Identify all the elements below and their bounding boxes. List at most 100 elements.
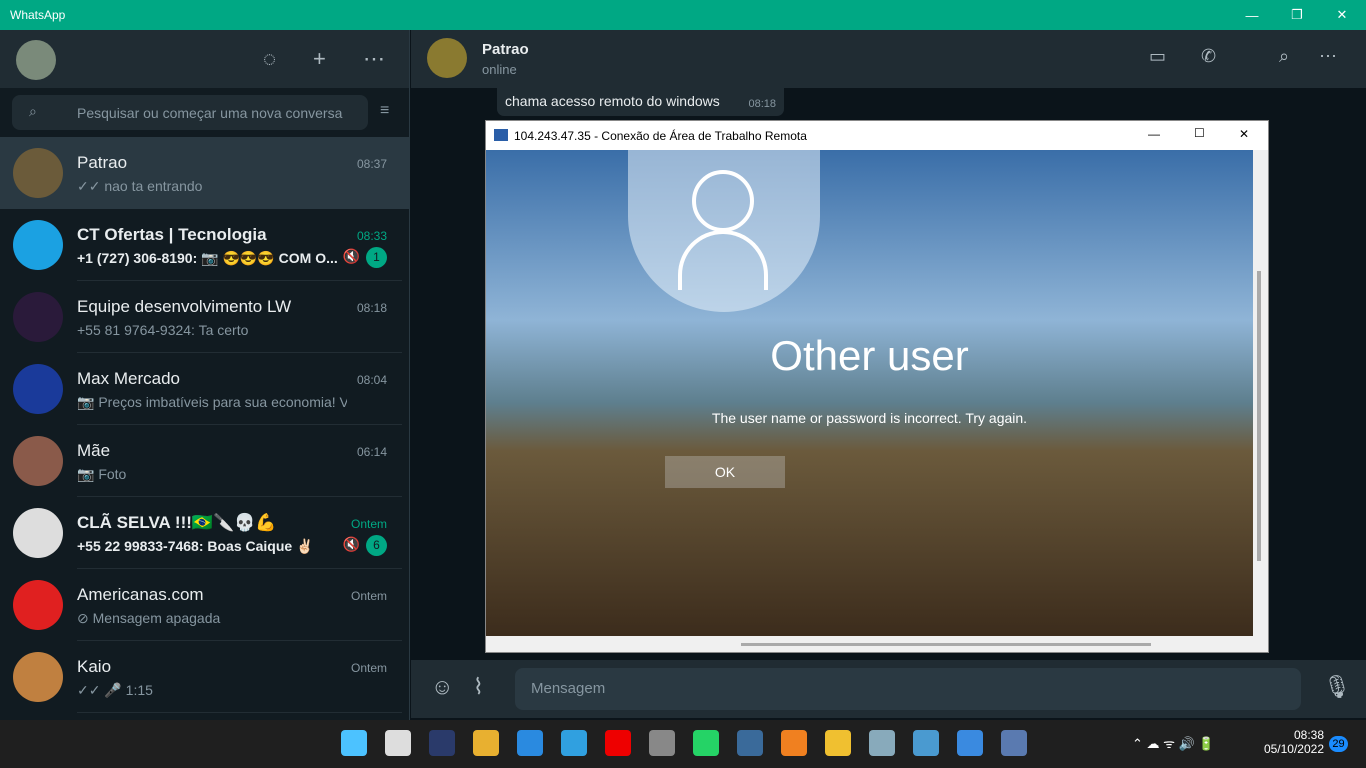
filter-icon[interactable]: ≡ xyxy=(380,102,389,120)
unread-badge: 1 xyxy=(366,247,387,268)
ok-button[interactable]: OK xyxy=(665,456,785,488)
rdp-vertical-scrollbar[interactable] xyxy=(1257,271,1261,561)
chat-time: 06:14 xyxy=(356,445,387,459)
vscode-icon[interactable] xyxy=(517,730,543,756)
profile-avatar[interactable] xyxy=(16,40,56,80)
message-placeholder: Mensagem xyxy=(531,680,606,697)
chat-last-message: ✓✓ 🎤 1:15 xyxy=(77,682,153,698)
chat-list-item[interactable]: Equipe desenvolvimento LW 08:18 +55 81 9… xyxy=(0,281,410,353)
chat-menu-icon[interactable]: ⋯ xyxy=(1319,46,1337,67)
desktop-icon[interactable] xyxy=(561,730,587,756)
terminal-icon[interactable] xyxy=(429,730,455,756)
search-placeholder: Pesquisar ou começar uma nova conversa xyxy=(77,105,343,121)
rdp-minimize-button[interactable]: — xyxy=(1148,127,1160,141)
store-icon[interactable] xyxy=(957,730,983,756)
microphone-icon[interactable]: 🎙 xyxy=(1323,674,1351,700)
chat-last-message: +55 81 9764-9324: Ta certo xyxy=(77,322,249,338)
app-title: WhatsApp xyxy=(10,8,66,22)
contact-avatar[interactable] xyxy=(427,38,467,78)
compose-bar: ☺ ⌇ Mensagem 🎙 xyxy=(411,660,1366,718)
chat-name: CLÃ SELVA !!!🇧🇷🔪💀💪 xyxy=(77,513,277,532)
chrome-icon[interactable] xyxy=(473,730,499,756)
start-icon[interactable] xyxy=(341,730,367,756)
rdp-horizontal-scrollbar[interactable] xyxy=(741,643,1151,646)
search-icon[interactable] xyxy=(385,730,411,756)
control-panel-icon[interactable] xyxy=(913,730,939,756)
tray-icons[interactable]: ⌃ ☁ ᯤ 🔊 🔋 xyxy=(1132,734,1215,752)
chat-list-item[interactable]: CLÃ SELVA !!!🇧🇷🔪💀💪 Ontem +55 22 99833-74… xyxy=(0,497,410,569)
file-explorer-icon[interactable] xyxy=(825,730,851,756)
chat-name: Equipe desenvolvimento LW xyxy=(77,297,292,316)
lock-screen: Other user The user name or password is … xyxy=(486,150,1253,636)
chat-last-message: +55 22 99833-7468: Boas Caique ✌🏻 xyxy=(77,538,314,554)
maximize-button[interactable]: ❐ xyxy=(1275,0,1319,30)
sql-icon[interactable] xyxy=(737,730,763,756)
chat-time: 08:18 xyxy=(356,301,387,315)
search-icon: ⌕ xyxy=(29,103,37,119)
chat-header[interactable]: Patrao online ▭ ✆ ⌕ ⋯ xyxy=(411,30,1366,88)
chat-name: Americanas.com xyxy=(77,585,204,604)
divider xyxy=(77,712,402,713)
message-time: 08:18 xyxy=(748,98,776,110)
message-input[interactable]: Mensagem xyxy=(515,668,1301,710)
user-avatar-icon xyxy=(628,150,820,312)
whatsapp-icon[interactable] xyxy=(693,730,719,756)
chat-list-item[interactable]: Americanas.com Ontem ⊘ Mensagem apagada xyxy=(0,569,410,641)
menu-icon[interactable]: ⋯ xyxy=(363,46,385,72)
netflix-icon[interactable] xyxy=(605,730,631,756)
clock[interactable]: 08:38 05/10/2022 xyxy=(1262,728,1324,756)
chat-avatar xyxy=(13,364,63,414)
chat-last-message: 📷 Foto xyxy=(77,466,127,482)
chat-time: Ontem xyxy=(350,661,387,675)
chat-name: Kaio xyxy=(77,657,112,676)
chat-list-item[interactable]: Mãe 06:14 📷 Foto xyxy=(0,425,410,497)
attach-icon[interactable]: ⌇ xyxy=(473,674,484,700)
status-icon[interactable]: ◌ xyxy=(263,46,276,72)
chat-time: 08:33 xyxy=(356,229,387,243)
chat-avatar xyxy=(13,220,63,270)
sidebar-header: ◌ + ⋯ xyxy=(0,30,409,88)
chat-avatar xyxy=(13,508,63,558)
rdp-title: 104.243.47.35 - Conexão de Área de Traba… xyxy=(514,128,807,143)
settings-icon[interactable] xyxy=(649,730,675,756)
chat-avatar xyxy=(13,292,63,342)
new-chat-icon[interactable]: + xyxy=(313,46,326,72)
video-call-icon[interactable]: ▭ xyxy=(1149,46,1166,67)
chat-last-message: ⊘ Mensagem apagada xyxy=(77,610,221,626)
error-message: The user name or password is incorrect. … xyxy=(711,410,1028,426)
chat-avatar xyxy=(13,148,63,198)
chat-time: 08:37 xyxy=(356,157,387,171)
contact-name: Patrao xyxy=(482,41,529,58)
chat-time: Ontem xyxy=(350,517,387,531)
chat-list-item[interactable]: Patrao 08:37 ✓✓ nao ta entrando xyxy=(0,137,410,209)
rdp-close-button[interactable]: ✕ xyxy=(1239,127,1249,141)
notification-badge[interactable]: 29 xyxy=(1329,736,1348,752)
taskbar: ⌃ ☁ ᯤ 🔊 🔋 08:38 05/10/2022 29 xyxy=(0,720,1366,768)
chat-list-item[interactable]: Kaio Ontem ✓✓ 🎤 1:15 xyxy=(0,641,410,713)
close-button[interactable]: ✕ xyxy=(1320,0,1364,30)
minimize-button[interactable]: — xyxy=(1230,0,1274,30)
chat-last-message: +1 (727) 306-8190: 📷 😎😎😎 COM O... xyxy=(77,250,338,266)
unread-badge: 6 xyxy=(366,535,387,556)
rdp-icon xyxy=(494,129,508,141)
voice-call-icon[interactable]: ✆ xyxy=(1201,46,1216,67)
chat-list-item[interactable]: CT Ofertas | Tecnologia 08:33 +1 (727) 3… xyxy=(0,209,410,281)
chat-avatar xyxy=(13,652,63,702)
emoji-icon[interactable]: ☺ xyxy=(431,674,453,700)
muted-icon: 🔇 xyxy=(342,536,360,552)
xampp-icon[interactable] xyxy=(781,730,807,756)
rdp-title-bar: 104.243.47.35 - Conexão de Área de Traba… xyxy=(486,121,1268,150)
chat-last-message: ✓✓ nao ta entrando xyxy=(77,178,203,194)
clock-time: 08:38 xyxy=(1293,728,1324,742)
chat-avatar xyxy=(13,436,63,486)
muted-icon: 🔇 xyxy=(342,248,360,264)
remote-desktop-icon[interactable] xyxy=(1001,730,1027,756)
contact-status: online xyxy=(482,62,517,77)
message-bubble: chama acesso remoto do windows 08:18 xyxy=(497,88,784,116)
monitor-icon[interactable] xyxy=(869,730,895,756)
rdp-maximize-button[interactable]: ☐ xyxy=(1194,126,1205,140)
chat-list-item[interactable]: Max Mercado 08:04 📷 Preços imbatíveis pa… xyxy=(0,353,410,425)
search-chat-icon[interactable]: ⌕ xyxy=(1279,46,1289,67)
search-input[interactable]: ⌕ Pesquisar ou começar uma nova conversa xyxy=(12,95,368,130)
chat-avatar xyxy=(13,580,63,630)
